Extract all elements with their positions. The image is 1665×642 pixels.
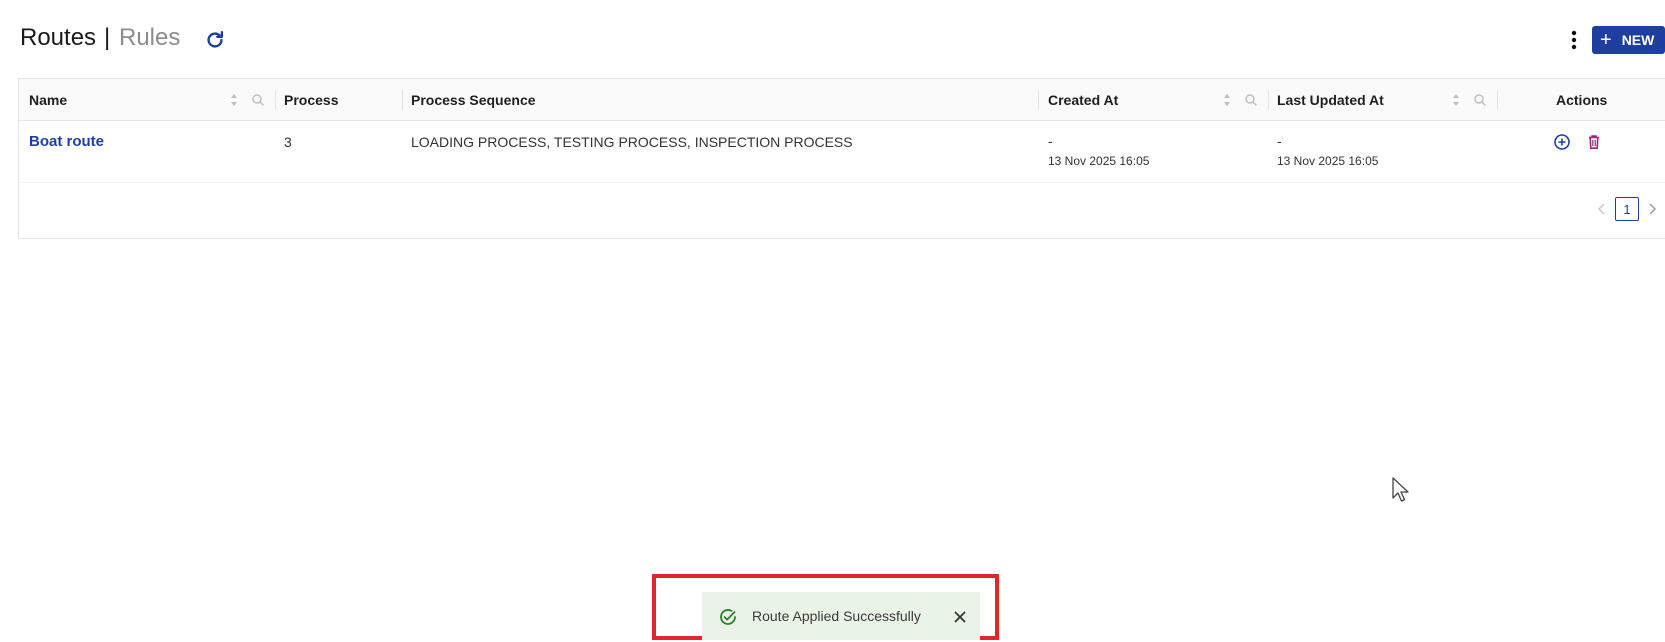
table-row: Boat route 3 LOADING PROCESS, TESTING PR… — [19, 121, 1665, 183]
sort-icon[interactable] — [1451, 91, 1461, 109]
pagination-page-current[interactable]: 1 — [1615, 197, 1639, 221]
column-divider — [275, 90, 276, 110]
pagination-next-icon[interactable] — [1646, 201, 1658, 217]
title-separator: | — [104, 24, 111, 51]
column-divider — [1038, 90, 1039, 110]
add-circle-icon[interactable] — [1553, 133, 1571, 151]
created-at: 13 Nov 2025 16:05 — [1048, 154, 1150, 168]
mouse-cursor-icon — [1392, 477, 1409, 502]
updated-at: 13 Nov 2025 16:05 — [1277, 154, 1379, 168]
created-by: - — [1048, 133, 1053, 149]
process-sequence: LOADING PROCESS, TESTING PROCESS, INSPEC… — [411, 134, 853, 150]
sort-icon[interactable] — [229, 91, 239, 109]
column-header-created-at: Created At — [1048, 92, 1119, 108]
plus-icon: + — [1600, 29, 1612, 51]
process-count: 3 — [284, 134, 292, 150]
column-header-actions: Actions — [1556, 92, 1608, 108]
updated-by: - — [1277, 133, 1282, 149]
tab-rules[interactable]: Rules — [119, 24, 180, 52]
table-header: Name Process Process Sequence Created At… — [19, 79, 1665, 121]
new-button-label: NEW — [1621, 32, 1655, 48]
column-divider — [1497, 90, 1498, 110]
check-circle-icon — [720, 609, 736, 625]
toast-message: Route Applied Successfully — [752, 608, 921, 624]
more-options-icon[interactable] — [1566, 28, 1582, 52]
sort-icon[interactable] — [1222, 91, 1232, 109]
column-header-process: Process — [284, 92, 339, 108]
page-header: Routes | Rules + NEW — [0, 0, 1665, 80]
column-divider — [402, 90, 403, 110]
search-icon[interactable] — [1473, 93, 1487, 107]
route-name-link[interactable]: Boat route — [29, 133, 104, 150]
refresh-icon[interactable] — [204, 29, 226, 51]
new-button[interactable]: + NEW — [1592, 26, 1665, 54]
success-toast: Route Applied Successfully — [702, 592, 980, 640]
search-icon[interactable] — [251, 93, 265, 107]
search-icon[interactable] — [1244, 93, 1258, 107]
column-header-process-sequence: Process Sequence — [411, 92, 536, 108]
delete-icon[interactable] — [1585, 133, 1603, 151]
close-icon[interactable] — [952, 609, 968, 625]
tab-routes[interactable]: Routes — [20, 24, 96, 52]
column-divider — [1268, 90, 1269, 110]
routes-table: Name Process Process Sequence Created At… — [18, 78, 1665, 239]
column-header-last-updated-at: Last Updated At — [1277, 92, 1384, 108]
pagination-prev-icon[interactable] — [1596, 201, 1608, 217]
column-header-name: Name — [29, 92, 68, 108]
